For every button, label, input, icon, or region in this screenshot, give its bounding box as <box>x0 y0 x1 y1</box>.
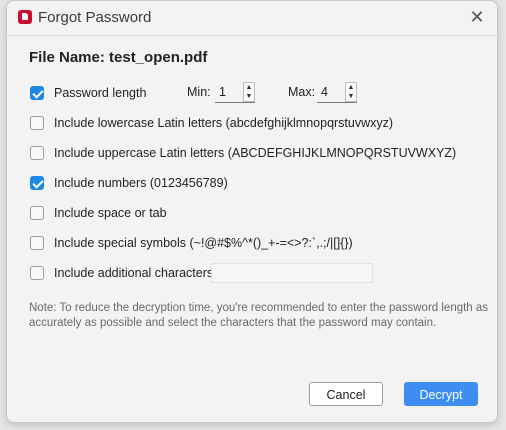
password-length-checkbox[interactable] <box>30 86 44 100</box>
option-space-tab[interactable]: Include space or tab <box>30 204 167 222</box>
uppercase-checkbox[interactable] <box>30 146 44 160</box>
additional-characters-input[interactable] <box>211 263 373 283</box>
option-numbers[interactable]: Include numbers (0123456789) <box>30 174 228 192</box>
title-divider <box>7 35 497 36</box>
min-label: Min: <box>187 85 211 99</box>
increment-icon[interactable]: ▲ <box>346 83 356 92</box>
uppercase-label: Include uppercase Latin letters (ABCDEFG… <box>54 146 457 160</box>
file-name-value: test_open.pdf <box>109 49 208 66</box>
min-length-value: 1 <box>219 85 226 99</box>
numbers-label: Include numbers (0123456789) <box>54 176 228 190</box>
max-length-value: 4 <box>321 85 328 99</box>
option-password-length[interactable]: Password length <box>30 84 146 102</box>
additional-characters-checkbox[interactable] <box>30 266 44 280</box>
space-tab-label: Include space or tab <box>54 206 167 220</box>
file-name-label: File Name: <box>29 49 105 66</box>
option-lowercase[interactable]: Include lowercase Latin letters (abcdefg… <box>30 114 393 132</box>
max-length-stepper[interactable]: 4 ▲ ▼ <box>317 82 357 103</box>
file-name-line: File Name: test_open.pdf <box>29 49 207 66</box>
decrement-icon[interactable]: ▼ <box>346 92 356 101</box>
note-text: Note: To reduce the decryption time, you… <box>29 302 489 329</box>
max-stepper-buttons[interactable]: ▲ ▼ <box>345 82 357 102</box>
title-bar: Forgot Password ✕ <box>7 1 497 35</box>
close-icon[interactable]: ✕ <box>465 6 489 28</box>
dialog-title: Forgot Password <box>38 9 152 26</box>
numbers-checkbox[interactable] <box>30 176 44 190</box>
cancel-button[interactable]: Cancel <box>309 382 383 406</box>
app-logo-icon <box>18 10 32 24</box>
lowercase-checkbox[interactable] <box>30 116 44 130</box>
decrement-icon[interactable]: ▼ <box>244 92 254 101</box>
option-special-symbols[interactable]: Include special symbols (~!@#$%^*()_+-=<… <box>30 234 353 252</box>
special-symbols-checkbox[interactable] <box>30 236 44 250</box>
space-tab-checkbox[interactable] <box>30 206 44 220</box>
forgot-password-dialog: Forgot Password ✕ File Name: test_open.p… <box>6 0 498 423</box>
min-stepper-buttons[interactable]: ▲ ▼ <box>243 82 255 102</box>
increment-icon[interactable]: ▲ <box>244 83 254 92</box>
option-additional-characters[interactable]: Include additional characters <box>30 264 213 282</box>
lowercase-label: Include lowercase Latin letters (abcdefg… <box>54 116 394 130</box>
special-symbols-label: Include special symbols (~!@#$%^*()_+-=<… <box>54 236 353 250</box>
password-length-label: Password length <box>54 86 147 100</box>
max-label: Max: <box>288 85 316 99</box>
min-length-stepper[interactable]: 1 ▲ ▼ <box>215 82 255 103</box>
additional-characters-label: Include additional characters <box>54 266 214 280</box>
option-uppercase[interactable]: Include uppercase Latin letters (ABCDEFG… <box>30 144 456 162</box>
decrypt-button[interactable]: Decrypt <box>404 382 478 406</box>
